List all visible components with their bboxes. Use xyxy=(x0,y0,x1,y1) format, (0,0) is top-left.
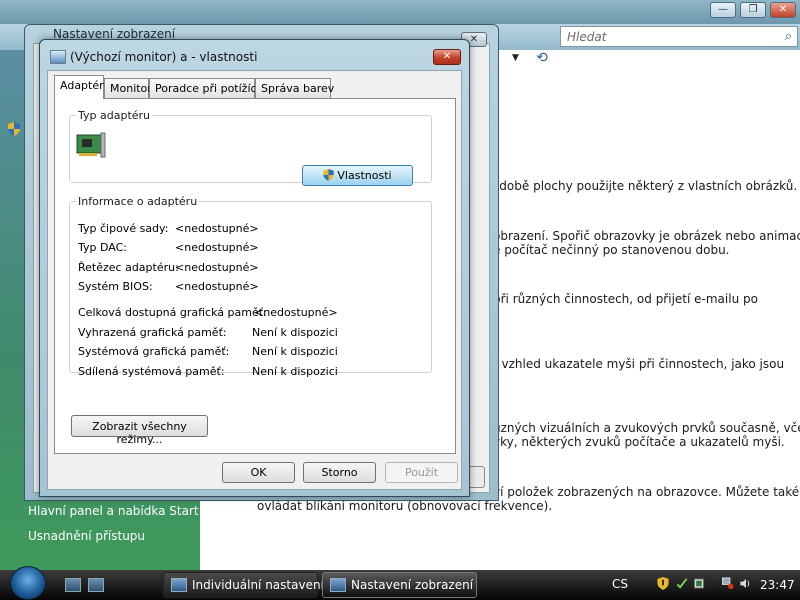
security-shield-icon[interactable] xyxy=(657,577,669,590)
content-line: obrazení. Spořič obrazovky je obrázek ne… xyxy=(493,229,800,243)
cancel-button[interactable]: Storno xyxy=(303,462,376,483)
start-button[interactable] xyxy=(10,566,46,600)
show-desktop-icon[interactable] xyxy=(65,578,81,592)
language-indicator[interactable]: CS xyxy=(612,577,628,591)
address-dropdown-icon[interactable]: ▼ xyxy=(512,53,519,63)
adapter-info-group: Informace o adaptéru Typ čipové sady: <n… xyxy=(69,195,432,378)
total-memory-value: <nedostupné> xyxy=(254,306,338,319)
dialog-close-button[interactable]: ✕ xyxy=(433,49,461,65)
maximize-button[interactable]: ❐ xyxy=(740,2,766,18)
shield-icon xyxy=(323,169,335,181)
adapter-tab-panel: Typ adaptéru Vlastnosti Informace o adap… xyxy=(54,98,456,454)
network-error-icon[interactable] xyxy=(722,577,734,590)
chipset-label: Typ čipové sady: xyxy=(78,222,169,235)
content-line: ovládat blikání monitoru (obnovovací fre… xyxy=(257,499,553,513)
minimize-button[interactable]: — xyxy=(710,2,736,18)
dialog-client-area: Adaptér Monitor Poradce při potížích Spr… xyxy=(47,70,462,490)
shared-memory-label: Sdílená systémová paměť: xyxy=(78,365,225,378)
close-button[interactable]: ✕ xyxy=(770,2,796,18)
clock[interactable]: 23:47 xyxy=(760,578,795,592)
adapter-type-group: Typ adaptéru Vlastnosti xyxy=(69,109,432,186)
shared-memory-value: Není k dispozici xyxy=(252,365,338,378)
search-icon[interactable]: ⌕ xyxy=(785,29,792,44)
system-memory-label: Systémová grafická paměť: xyxy=(78,345,230,358)
volume-icon[interactable] xyxy=(739,577,751,590)
bios-label: Systém BIOS: xyxy=(78,280,153,293)
adapter-info-legend: Informace o adaptéru xyxy=(78,195,198,208)
dac-label: Typ DAC: xyxy=(78,241,127,254)
control-panel-titlebar: — ❐ ✕ xyxy=(0,0,800,24)
taskbar-item-label: Nastavení zobrazení xyxy=(351,578,474,592)
search-input[interactable]: Hledat ⌕ xyxy=(560,26,798,47)
taskbar-item-personalization[interactable]: Individuální nastavení xyxy=(163,572,324,598)
dedicated-memory-value: Není k dispozici xyxy=(252,326,338,339)
graphics-card-icon xyxy=(76,132,106,158)
refresh-icon[interactable]: ⟲ xyxy=(531,50,553,71)
tab-troubleshoot[interactable]: Poradce při potížích xyxy=(149,78,264,98)
content-line: t vzhled ukazatele myši při činnostech, … xyxy=(493,357,785,371)
monitor-icon xyxy=(171,578,187,592)
dac-value: <nedostupné> xyxy=(175,241,259,254)
system-memory-value: Není k dispozici xyxy=(252,345,338,358)
content-line: při různých činnostech, od přijetí e-mai… xyxy=(493,292,758,306)
content-line: e počítač nečinný po stanovenou dobu. xyxy=(493,243,730,257)
adapter-type-legend: Typ adaptéru xyxy=(78,109,151,122)
ok-button[interactable]: OK xyxy=(222,462,295,483)
content-line: ůzných vizuálních a zvukových prvků souč… xyxy=(493,421,800,435)
total-memory-label: Celková dostupná grafická paměť: xyxy=(78,306,267,319)
network-check-icon[interactable] xyxy=(676,577,688,590)
content-line: vky, některých zvuků počítače a ukazatel… xyxy=(493,435,785,449)
adapter-properties-button[interactable]: Vlastnosti xyxy=(302,165,413,186)
tab-monitor[interactable]: Monitor xyxy=(104,78,152,98)
switch-windows-icon[interactable] xyxy=(88,578,104,592)
taskbar-item-label: Individuální nastavení xyxy=(192,578,324,592)
tab-color-management[interactable]: Správa barev xyxy=(255,78,334,98)
adapter-properties-dialog: (Výchozí monitor) a - vlastnosti ✕ Adapt… xyxy=(39,39,470,497)
content-line: zdobě plochy použijte některý z vlastníc… xyxy=(493,179,798,193)
adapter-string-label: Řetězec adaptéru: xyxy=(78,261,179,274)
chipset-value: <nedostupné> xyxy=(175,222,259,235)
adapter-properties-label: Vlastnosti xyxy=(337,169,392,182)
apply-button[interactable]: Použít xyxy=(385,462,458,483)
monitor-icon xyxy=(50,50,66,64)
sidebar-link-accessibility[interactable]: Usnadnění přístupu xyxy=(28,529,145,543)
tab-adapter[interactable]: Adaptér xyxy=(54,75,104,99)
list-all-modes-button[interactable]: Zobrazit všechny režimy... xyxy=(71,415,208,446)
adapter-string-value: <nedostupné> xyxy=(175,261,259,274)
shield-icon xyxy=(8,122,20,136)
monitor-icon xyxy=(330,578,346,592)
search-placeholder: Hledat xyxy=(567,30,607,44)
content-line: ví položek zobrazených na obrazovce. Můž… xyxy=(493,485,800,499)
bios-value: <nedostupné> xyxy=(175,280,259,293)
taskbar-item-display-settings[interactable]: Nastavení zobrazení xyxy=(322,572,477,598)
device-icon[interactable] xyxy=(693,577,705,590)
sidebar-link-taskbar[interactable]: Hlavní panel a nabídka Start xyxy=(28,504,199,518)
dedicated-memory-label: Vyhrazená grafická paměť: xyxy=(78,326,227,339)
dialog-title: (Výchozí monitor) a - vlastnosti xyxy=(70,50,258,64)
